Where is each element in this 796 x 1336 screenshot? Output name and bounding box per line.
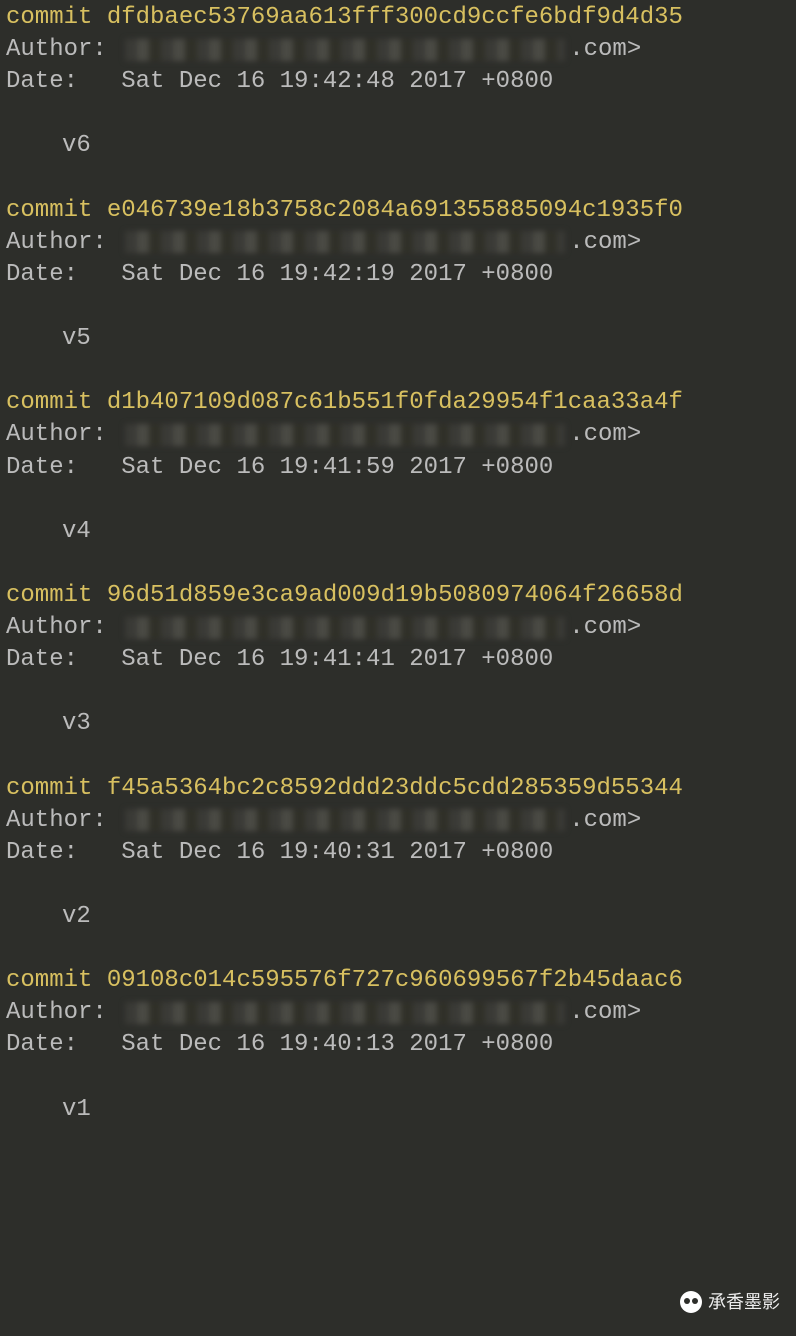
author-redacted	[125, 424, 565, 446]
author-domain-tail: .com>	[569, 421, 641, 448]
date-line: Date: Sat Dec 16 19:41:59 2017 +0800	[6, 452, 790, 484]
commit-label: commit	[6, 580, 92, 612]
author-domain-tail: .com>	[569, 614, 641, 641]
author-line: Author: .com>	[6, 805, 790, 837]
author-line: Author: .com>	[6, 419, 790, 451]
blank-line	[6, 1062, 790, 1094]
author-domain-tail: .com>	[569, 999, 641, 1026]
commit-hash-line: commit f45a5364bc2c8592ddd23ddc5cdd28535…	[6, 773, 790, 805]
date-line: Date: Sat Dec 16 19:42:48 2017 +0800	[6, 66, 790, 98]
date-label: Date:	[6, 66, 121, 98]
author-label: Author:	[6, 227, 121, 259]
blank-line	[6, 98, 790, 130]
author-redacted	[125, 617, 565, 639]
author-redacted	[125, 809, 565, 831]
author-domain-tail: .com>	[569, 807, 641, 834]
blank-line	[6, 291, 790, 323]
blank-line	[6, 1126, 790, 1158]
blank-line	[6, 548, 790, 580]
author-label: Author:	[6, 805, 121, 837]
author-line: Author: .com>	[6, 612, 790, 644]
author-redacted	[125, 231, 565, 253]
date-label: Date:	[6, 1029, 121, 1061]
blank-line	[6, 869, 790, 901]
commit-hash-line: commit 96d51d859e3ca9ad009d19b5080974064…	[6, 580, 790, 612]
date-value: Sat Dec 16 19:42:19 2017 +0800	[121, 261, 553, 288]
blank-line	[6, 741, 790, 773]
author-domain-tail: .com>	[569, 36, 641, 63]
date-line: Date: Sat Dec 16 19:42:19 2017 +0800	[6, 259, 790, 291]
blank-line	[6, 355, 790, 387]
git-log-output: commit dfdbaec53769aa613fff300cd9ccfe6bd…	[0, 0, 796, 1158]
blank-line	[6, 933, 790, 965]
commit-hash: e046739e18b3758c2084a691355885094c1935f0	[92, 197, 683, 224]
date-line: Date: Sat Dec 16 19:40:13 2017 +0800	[6, 1029, 790, 1061]
watermark-text: 承香墨影	[708, 1290, 780, 1314]
commit-hash-line: commit dfdbaec53769aa613fff300cd9ccfe6bd…	[6, 2, 790, 34]
date-label: Date:	[6, 644, 121, 676]
commit-hash: dfdbaec53769aa613fff300cd9ccfe6bdf9d4d35	[92, 4, 683, 31]
commit-label: commit	[6, 2, 92, 34]
commit-hash: 09108c014c595576f727c960699567f2b45daac6	[92, 967, 683, 994]
watermark: 承香墨影	[680, 1290, 780, 1314]
author-redacted	[125, 39, 565, 61]
date-label: Date:	[6, 452, 121, 484]
date-line: Date: Sat Dec 16 19:40:31 2017 +0800	[6, 837, 790, 869]
author-redacted	[125, 1002, 565, 1024]
author-line: Author: .com>	[6, 997, 790, 1029]
date-label: Date:	[6, 259, 121, 291]
commit-message: v6	[6, 130, 790, 162]
commit-hash-line: commit d1b407109d087c61b551f0fda29954f1c…	[6, 387, 790, 419]
blank-line	[6, 484, 790, 516]
commit-message: v5	[6, 323, 790, 355]
commit-message: v3	[6, 708, 790, 740]
date-label: Date:	[6, 837, 121, 869]
wechat-icon	[680, 1291, 702, 1313]
commit-hash-line: commit e046739e18b3758c2084a691355885094…	[6, 195, 790, 227]
commit-label: commit	[6, 195, 92, 227]
date-value: Sat Dec 16 19:42:48 2017 +0800	[121, 68, 553, 95]
date-value: Sat Dec 16 19:41:41 2017 +0800	[121, 646, 553, 673]
author-line: Author: .com>	[6, 34, 790, 66]
commit-hash: 96d51d859e3ca9ad009d19b5080974064f26658d	[92, 582, 683, 609]
date-line: Date: Sat Dec 16 19:41:41 2017 +0800	[6, 644, 790, 676]
commit-label: commit	[6, 773, 92, 805]
commit-hash: f45a5364bc2c8592ddd23ddc5cdd285359d55344	[92, 775, 683, 802]
commit-message: v2	[6, 901, 790, 933]
date-value: Sat Dec 16 19:40:13 2017 +0800	[121, 1031, 553, 1058]
blank-line	[6, 163, 790, 195]
commit-label: commit	[6, 965, 92, 997]
commit-hash: d1b407109d087c61b551f0fda29954f1caa33a4f	[92, 389, 683, 416]
date-value: Sat Dec 16 19:40:31 2017 +0800	[121, 839, 553, 866]
date-value: Sat Dec 16 19:41:59 2017 +0800	[121, 454, 553, 481]
blank-line	[6, 676, 790, 708]
commit-hash-line: commit 09108c014c595576f727c960699567f2b…	[6, 965, 790, 997]
author-label: Author:	[6, 419, 121, 451]
author-line: Author: .com>	[6, 227, 790, 259]
author-label: Author:	[6, 612, 121, 644]
commit-message: v1	[6, 1094, 790, 1126]
author-label: Author:	[6, 997, 121, 1029]
commit-message: v4	[6, 516, 790, 548]
commit-label: commit	[6, 387, 92, 419]
author-label: Author:	[6, 34, 121, 66]
author-domain-tail: .com>	[569, 229, 641, 256]
